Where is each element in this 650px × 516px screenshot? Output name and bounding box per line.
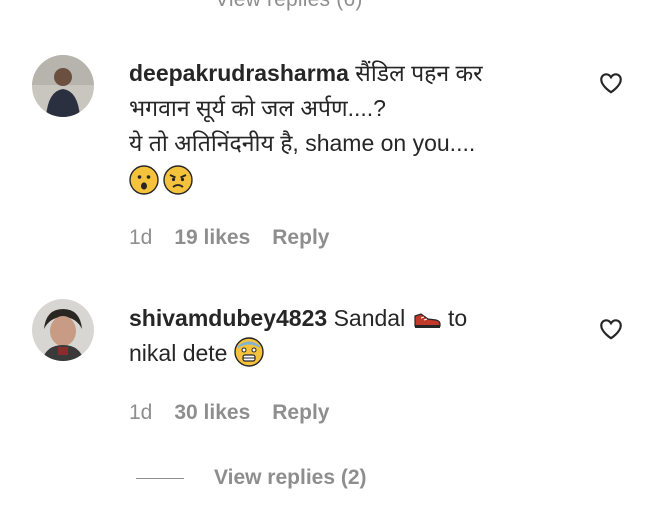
heart-outline-icon[interactable] (598, 316, 624, 342)
comment-text: nikal dete (129, 340, 228, 366)
comment-meta: 1d 19 likes Reply (129, 226, 329, 250)
comment-meta: 1d 30 likes Reply (129, 401, 329, 425)
comment-time[interactable]: 1d (129, 226, 152, 250)
fearful-face-icon (234, 337, 264, 367)
comment-body: shivamdubey4823 Sandal to nikal dete (129, 301, 569, 371)
divider-line (136, 477, 184, 479)
comment-time[interactable]: 1d (129, 401, 152, 425)
comment-text: Sandal (333, 305, 406, 331)
heart-outline-icon[interactable] (598, 70, 624, 96)
angry-face-icon (163, 165, 193, 195)
shoe-icon (413, 313, 441, 328)
comment-text: ये तो अतिनिंदनीय है, shame on you.... (129, 130, 476, 156)
view-replies-button[interactable]: View replies (2) (136, 466, 367, 490)
avatar[interactable] (32, 55, 94, 117)
likes-count[interactable]: 30 likes (174, 401, 250, 425)
reply-button[interactable]: Reply (272, 226, 329, 250)
view-replies-partial[interactable]: View replies (6) (215, 0, 363, 12)
avatar[interactable] (32, 299, 94, 361)
comment-username[interactable]: deepakrudrasharma (129, 60, 349, 86)
comment-username[interactable]: shivamdubey4823 (129, 305, 327, 331)
view-replies-label: View replies (2) (214, 466, 367, 489)
reply-button[interactable]: Reply (272, 401, 329, 425)
comment-text: to (447, 305, 468, 331)
worried-face-icon (129, 165, 159, 195)
likes-count[interactable]: 19 likes (174, 226, 250, 250)
comment-text: सैंडिल पहन कर (355, 60, 483, 86)
comment-text: भगवान सूर्य को जल अर्पण....? (129, 95, 386, 121)
comment-body: deepakrudrasharma सैंडिल पहन कर भगवान सू… (129, 56, 569, 199)
emoji-row (129, 165, 569, 199)
